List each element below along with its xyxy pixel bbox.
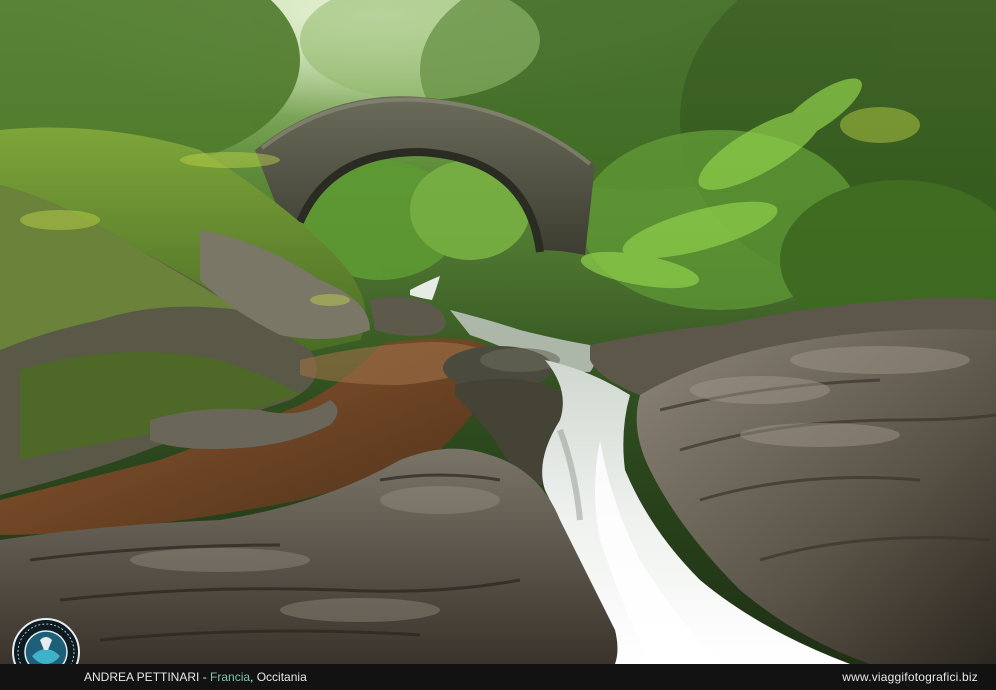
photo-credit: ANDREA PETTINARI - Francia, Occitania	[84, 670, 307, 684]
location-comma: ,	[250, 670, 257, 684]
location-country: Francia	[210, 670, 251, 684]
photographer-name: ANDREA PETTINARI	[84, 670, 200, 684]
website-link[interactable]: www.viaggifotografici.biz	[842, 670, 978, 684]
credit-footer: ANDREA PETTINARI - Francia, Occitania ww…	[0, 664, 996, 690]
location-region: Occitania	[256, 670, 307, 684]
landscape-photo	[0, 0, 996, 664]
credit-separator: -	[199, 670, 211, 684]
